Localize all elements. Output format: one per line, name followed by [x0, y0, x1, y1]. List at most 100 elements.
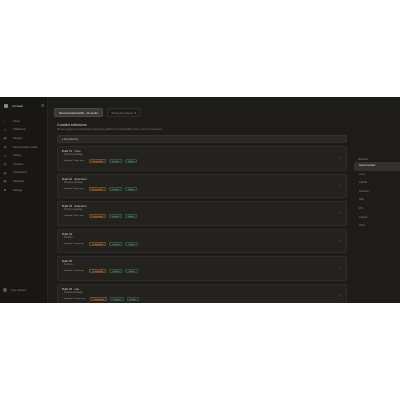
- grid-icon: ▦: [3, 136, 7, 141]
- card-meta-row: Updated 5 days ago Compatible Verified Stab…: [62, 214, 342, 218]
- user-account[interactable]: User account: [3, 287, 45, 293]
- tag-badge: Compatible: [89, 269, 107, 273]
- result-card[interactable]: Build 03 · Extended Runtime package Update…: [57, 201, 347, 226]
- tag-badge: Stable: [125, 269, 138, 273]
- sidebar-item-label: Activity: [13, 154, 22, 158]
- tab-recommended[interactable]: Recommended builds · 24 results: [54, 108, 103, 117]
- sidebar-item[interactable]: ▣ Releases: [3, 177, 45, 186]
- sidebar-header: Arcvault ⊟: [4, 103, 46, 109]
- avatar: [3, 288, 7, 292]
- sidebar-item-label: Settings: [13, 188, 23, 192]
- platform-filter-item[interactable]: Linux: [354, 171, 400, 180]
- tag-badge: Stable: [124, 186, 138, 191]
- chevron-right-icon[interactable]: ›: [340, 238, 341, 243]
- chevron-right-icon[interactable]: ›: [340, 293, 341, 298]
- sidebar-item-label: Home: [13, 119, 20, 123]
- box-icon: ▣: [3, 179, 7, 184]
- chevron-right-icon[interactable]: ›: [340, 265, 341, 270]
- platform-filter-item[interactable]: Windows: [354, 188, 400, 197]
- sidebar-item[interactable]: ▦ Registry: [3, 134, 45, 143]
- tag-badge: Compatible: [90, 296, 108, 301]
- right-panel: Platforms Recommended Linux macOS Windows We…: [354, 157, 400, 231]
- sidebar-item[interactable]: ⌂ Home: [3, 117, 45, 126]
- card-subtitle: Runtime package: [64, 290, 83, 294]
- result-card[interactable]: Build 04 Runtime Updated 1 week ago Compati…: [57, 228, 347, 253]
- platform-filter-item[interactable]: Android: [354, 214, 400, 223]
- card-updated: Updated 2 weeks ago: [64, 297, 86, 300]
- platform-filter-item[interactable]: Web: [354, 196, 400, 205]
- result-card[interactable]: Build 02 · Extended Runtime package Update…: [57, 173, 347, 198]
- tag-badge: Compatible: [88, 214, 106, 218]
- result-card[interactable]: Build 06 · Lite Runtime package Updated 2 …: [57, 283, 347, 303]
- platform-filter-item[interactable]: iOS: [354, 205, 400, 214]
- tag-badge: Stable: [126, 296, 139, 301]
- sidebar-item-label: Collections: [13, 128, 26, 132]
- card-meta-row: Updated 1 week ago Compatible Verified Stab…: [62, 241, 342, 246]
- tag-badge: Compatible: [88, 159, 106, 163]
- card-subtitle: Runtime: [64, 263, 73, 266]
- main-content: Curated selections Browse suggested conf…: [57, 123, 347, 303]
- platform-filter-item[interactable]: Recommended: [354, 162, 400, 171]
- card-meta-row: Updated 2 days ago Compatible Verified Stab…: [62, 159, 342, 163]
- tag-badge: Stable: [124, 214, 138, 218]
- tag-badge: Verified: [109, 269, 123, 273]
- logo-icon: [4, 104, 8, 108]
- platform-filter-item[interactable]: macOS: [354, 179, 400, 188]
- card-subtitle: Runtime package: [64, 208, 83, 211]
- card-subtitle: Runtime package: [64, 153, 83, 156]
- gear-icon: ✱: [3, 188, 7, 193]
- result-card[interactable]: Build 01 · Core Runtime package Updated 2 …: [57, 146, 347, 171]
- tag-badge: Compatible: [89, 241, 107, 246]
- card-updated: Updated 3 days ago: [64, 187, 84, 190]
- book-icon: ▤: [3, 145, 7, 150]
- chart-icon: ▥: [3, 162, 7, 167]
- chevron-right-icon[interactable]: ›: [340, 183, 341, 188]
- card-updated: Updated 2 days ago: [64, 160, 84, 162]
- card-subtitle: Runtime package: [64, 180, 83, 184]
- platform-list: Recommended Linux macOS Windows Web iOS Androi…: [354, 162, 400, 231]
- sidebar-item[interactable]: ▤ Documentation Index: [3, 143, 45, 152]
- tab-bar: Recommended builds · 24 results Previous…: [54, 108, 142, 117]
- tag-badge: Verified: [108, 214, 122, 218]
- users-icon: ◉: [3, 170, 7, 175]
- tag-badge: Compatible: [88, 186, 106, 191]
- sidebar-item-label: Contributors: [13, 171, 28, 175]
- collapse-icon[interactable]: ⊟: [41, 103, 44, 109]
- sidebar-item[interactable]: ▥ Analytics: [3, 160, 45, 169]
- page-subtitle: Browse suggested configurations grouped …: [57, 128, 163, 131]
- card-meta-row: Updated 3 days ago Compatible Verified Stab…: [62, 186, 342, 191]
- sidebar-item-label: Analytics: [13, 162, 24, 166]
- card-updated: Updated 1 week ago: [64, 242, 85, 245]
- platform-filter-item[interactable]: Other: [354, 222, 400, 231]
- card-updated: Updated 1 week ago: [64, 270, 85, 272]
- clock-icon: ◷: [3, 153, 7, 158]
- tag-badge: Verified: [110, 296, 124, 301]
- sidebar-item[interactable]: ◷ Activity: [3, 151, 45, 160]
- sidebar-item-label: Releases: [13, 179, 24, 183]
- chevron-right-icon[interactable]: ›: [340, 155, 341, 160]
- user-label: User account: [11, 288, 27, 292]
- filter-value: All platforms: [63, 138, 79, 141]
- sidebar-item-label: Registry: [13, 136, 23, 140]
- sidebar-nav: ⌂ Home ▭ Collections ▦ Registry ▤ Documentation…: [3, 117, 45, 194]
- folder-icon: ▭: [3, 127, 7, 132]
- sidebar-item[interactable]: ▭ Collections: [3, 126, 45, 135]
- tab-previously-viewed[interactable]: Previously viewed · 8: [106, 108, 142, 117]
- card-meta-row: Updated 1 week ago Compatible Verified Stab…: [62, 269, 342, 273]
- card-subtitle: Runtime: [64, 235, 73, 239]
- app-window: Arcvault ⊟ ⌂ Home ▭ Collections ▦ Registry ▤ Do…: [0, 97, 400, 303]
- home-icon: ⌂: [4, 119, 6, 124]
- app-title: Arcvault: [12, 104, 23, 108]
- sidebar-item-label: Documentation Index: [13, 145, 38, 149]
- tag-badge: Stable: [125, 241, 138, 246]
- tag-badge: Verified: [109, 241, 123, 246]
- result-card[interactable]: Build 05 Runtime Updated 1 week ago Compati…: [57, 256, 347, 281]
- filter-select[interactable]: ▸ All platforms: [57, 135, 347, 143]
- tag-badge: Verified: [108, 186, 122, 191]
- sidebar-item[interactable]: ◉ Contributors: [3, 169, 45, 178]
- tag-badge: Stable: [124, 159, 138, 163]
- chevron-right-icon[interactable]: ›: [340, 210, 341, 215]
- tag-badge: Verified: [108, 159, 122, 163]
- card-meta-row: Updated 2 weeks ago Compatible Verified Sta…: [62, 296, 342, 301]
- sidebar-item[interactable]: ✱ Settings: [3, 186, 45, 195]
